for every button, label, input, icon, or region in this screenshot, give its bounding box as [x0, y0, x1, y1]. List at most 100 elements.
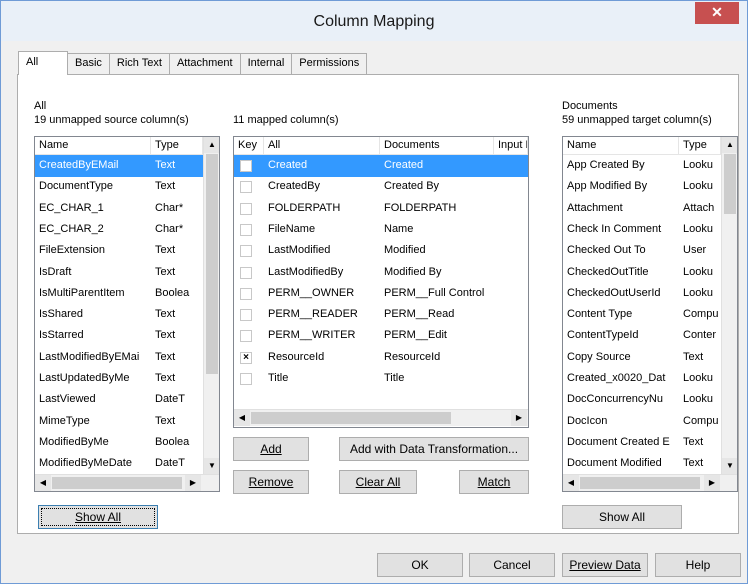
table-row[interactable]: LastModifiedBy Modified By [234, 262, 528, 284]
key-checkbox[interactable] [240, 287, 252, 300]
match-button[interactable]: Match [459, 470, 529, 494]
list-item[interactable]: DocumentType Text [35, 176, 203, 198]
clear-all-button[interactable]: Clear All [339, 470, 417, 494]
ok-button[interactable]: OK [377, 553, 463, 577]
scroll-right-icon[interactable]: ▶ [511, 410, 527, 426]
key-checkbox[interactable] [240, 245, 252, 258]
list-item[interactable]: Attachment Attach [563, 198, 721, 220]
scroll-left-icon[interactable]: ◀ [35, 475, 51, 491]
key-checkbox[interactable] [240, 223, 252, 236]
list-item[interactable]: CheckedOutTitle Looku [563, 262, 721, 284]
scroll-left-icon[interactable]: ◀ [563, 475, 579, 491]
source-show-all-button[interactable]: Show All [38, 505, 158, 529]
target-scroll-thumb[interactable] [724, 154, 736, 214]
target-show-all-button[interactable]: Show All [562, 505, 682, 529]
target-header-name[interactable]: Name [563, 137, 679, 154]
tab-rich-text[interactable]: Rich Text [108, 53, 170, 75]
tab-permissions[interactable]: Permissions [291, 53, 368, 75]
table-row[interactable]: PERM__READER PERM__Read [234, 304, 528, 326]
list-item[interactable]: ModifiedByMeDate DateT [35, 453, 203, 475]
help-button[interactable]: Help [655, 553, 741, 577]
target-header-type[interactable]: Type [679, 137, 721, 154]
scroll-up-icon[interactable]: ▲ [722, 137, 737, 153]
mapped-header-key[interactable]: Key [234, 137, 264, 154]
list-item[interactable]: MimeType Text [35, 411, 203, 433]
list-item[interactable]: LastModifiedByEMai Text [35, 347, 203, 369]
list-item[interactable]: IsDraft Text [35, 262, 203, 284]
tab-attachment[interactable]: Attachment [168, 53, 241, 75]
target-hscroll-thumb[interactable] [580, 477, 700, 489]
list-item[interactable]: DocIcon Compu [563, 411, 721, 433]
table-row[interactable]: PERM__WRITER PERM__Edit [234, 325, 528, 347]
source-columns-list[interactable]: Name Type CreatedByEMail Text DocumentType… [34, 136, 220, 492]
list-item[interactable]: Checked Out To User [563, 240, 721, 262]
mapped-columns-list[interactable]: Key All Documents Input D CreatedCreated… [233, 136, 529, 428]
source-hscroll-thumb[interactable] [52, 477, 182, 489]
list-item[interactable]: ModifiedByMe Boolea [35, 432, 203, 454]
preview-data-button[interactable]: Preview Data [562, 553, 648, 577]
key-checkbox[interactable] [240, 373, 252, 385]
tab-basic[interactable]: Basic [67, 53, 110, 75]
list-item[interactable]: CheckedOutUserId Looku [563, 283, 721, 305]
list-item[interactable]: FileExtension Text [35, 240, 203, 262]
key-checkbox[interactable]: × [240, 351, 252, 364]
list-item[interactable]: IsStarred Text [35, 325, 203, 347]
scroll-left-icon[interactable]: ◀ [234, 410, 250, 426]
table-row[interactable]: LastModified Modified [234, 240, 528, 262]
source-header-type[interactable]: Type [151, 137, 203, 154]
add-with-transformation-button[interactable]: Add with Data Transformation... [339, 437, 529, 461]
list-item[interactable]: IsShared Text [35, 304, 203, 326]
source-vertical-scrollbar[interactable]: ▲ ▼ [203, 137, 219, 474]
list-item[interactable]: Check In Comment Looku [563, 219, 721, 241]
list-item[interactable]: App Modified By Looku [563, 176, 721, 198]
mapped-hscroll-thumb[interactable] [251, 412, 451, 424]
list-item[interactable]: DocConcurrencyNu Looku [563, 389, 721, 411]
table-row[interactable]: FileName Name [234, 219, 528, 241]
mapped-header-all[interactable]: All [264, 137, 380, 154]
table-row[interactable]: Created Created [234, 155, 528, 177]
table-row[interactable]: FOLDERPATH FOLDERPATH [234, 198, 528, 220]
scroll-right-icon[interactable]: ▶ [704, 475, 720, 491]
scroll-up-icon[interactable]: ▲ [204, 137, 219, 153]
list-item[interactable]: EC_CHAR_2 Char* [35, 219, 203, 241]
source-scroll-thumb[interactable] [206, 154, 218, 374]
title-bar[interactable]: Column Mapping ✕ [1, 1, 747, 41]
source-horizontal-scrollbar[interactable]: ◀ ▶ [35, 474, 219, 491]
remove-button[interactable]: Remove [233, 470, 309, 494]
list-item[interactable]: EC_CHAR_1 Char* [35, 198, 203, 220]
list-item[interactable]: Document Created E Text [563, 432, 721, 454]
source-header-name[interactable]: Name [35, 137, 151, 154]
target-horizontal-scrollbar[interactable]: ◀ ▶ [563, 474, 737, 491]
scroll-down-icon[interactable]: ▼ [204, 458, 219, 474]
close-button[interactable]: ✕ [695, 2, 739, 24]
mapped-header-documents[interactable]: Documents [380, 137, 494, 154]
cancel-button[interactable]: Cancel [469, 553, 555, 577]
table-row[interactable]: PERM__OWNER PERM__Full Control [234, 283, 528, 305]
table-row[interactable]: × ResourceId ResourceId [234, 347, 528, 369]
list-item[interactable]: Document Modified Text [563, 453, 721, 475]
scroll-right-icon[interactable]: ▶ [185, 475, 201, 491]
list-item[interactable]: IsMultiParentItem Boolea [35, 283, 203, 305]
target-vertical-scrollbar[interactable]: ▲ ▼ [721, 137, 737, 474]
list-item[interactable]: Copy Source Text [563, 347, 721, 369]
list-item[interactable]: Created_x0020_Dat Looku [563, 368, 721, 390]
key-checkbox[interactable] [240, 309, 252, 322]
list-item[interactable]: LastViewed DateT [35, 389, 203, 411]
list-item[interactable]: ContentTypeId Conter [563, 325, 721, 347]
tab-all[interactable]: All [18, 51, 68, 75]
table-row[interactable]: Title Title [234, 368, 528, 390]
add-button[interactable]: Add [233, 437, 309, 461]
target-columns-list[interactable]: Name Type App Created By Looku App Modifie… [562, 136, 738, 492]
list-item[interactable]: Content Type Compu [563, 304, 721, 326]
key-checkbox[interactable] [240, 181, 252, 194]
key-checkbox[interactable] [240, 266, 252, 279]
scroll-down-icon[interactable]: ▼ [722, 458, 737, 474]
key-checkbox[interactable] [240, 202, 252, 215]
list-item[interactable]: App Created By Looku [563, 155, 721, 177]
tab-internal[interactable]: Internal [239, 53, 293, 75]
key-checkbox[interactable] [240, 160, 252, 172]
close-icon[interactable]: ✕ [711, 4, 723, 20]
mapped-horizontal-scrollbar[interactable]: ◀ ▶ [234, 409, 528, 426]
mapped-header-input[interactable]: Input D [494, 137, 528, 154]
table-row[interactable]: CreatedBy Created By [234, 176, 528, 198]
